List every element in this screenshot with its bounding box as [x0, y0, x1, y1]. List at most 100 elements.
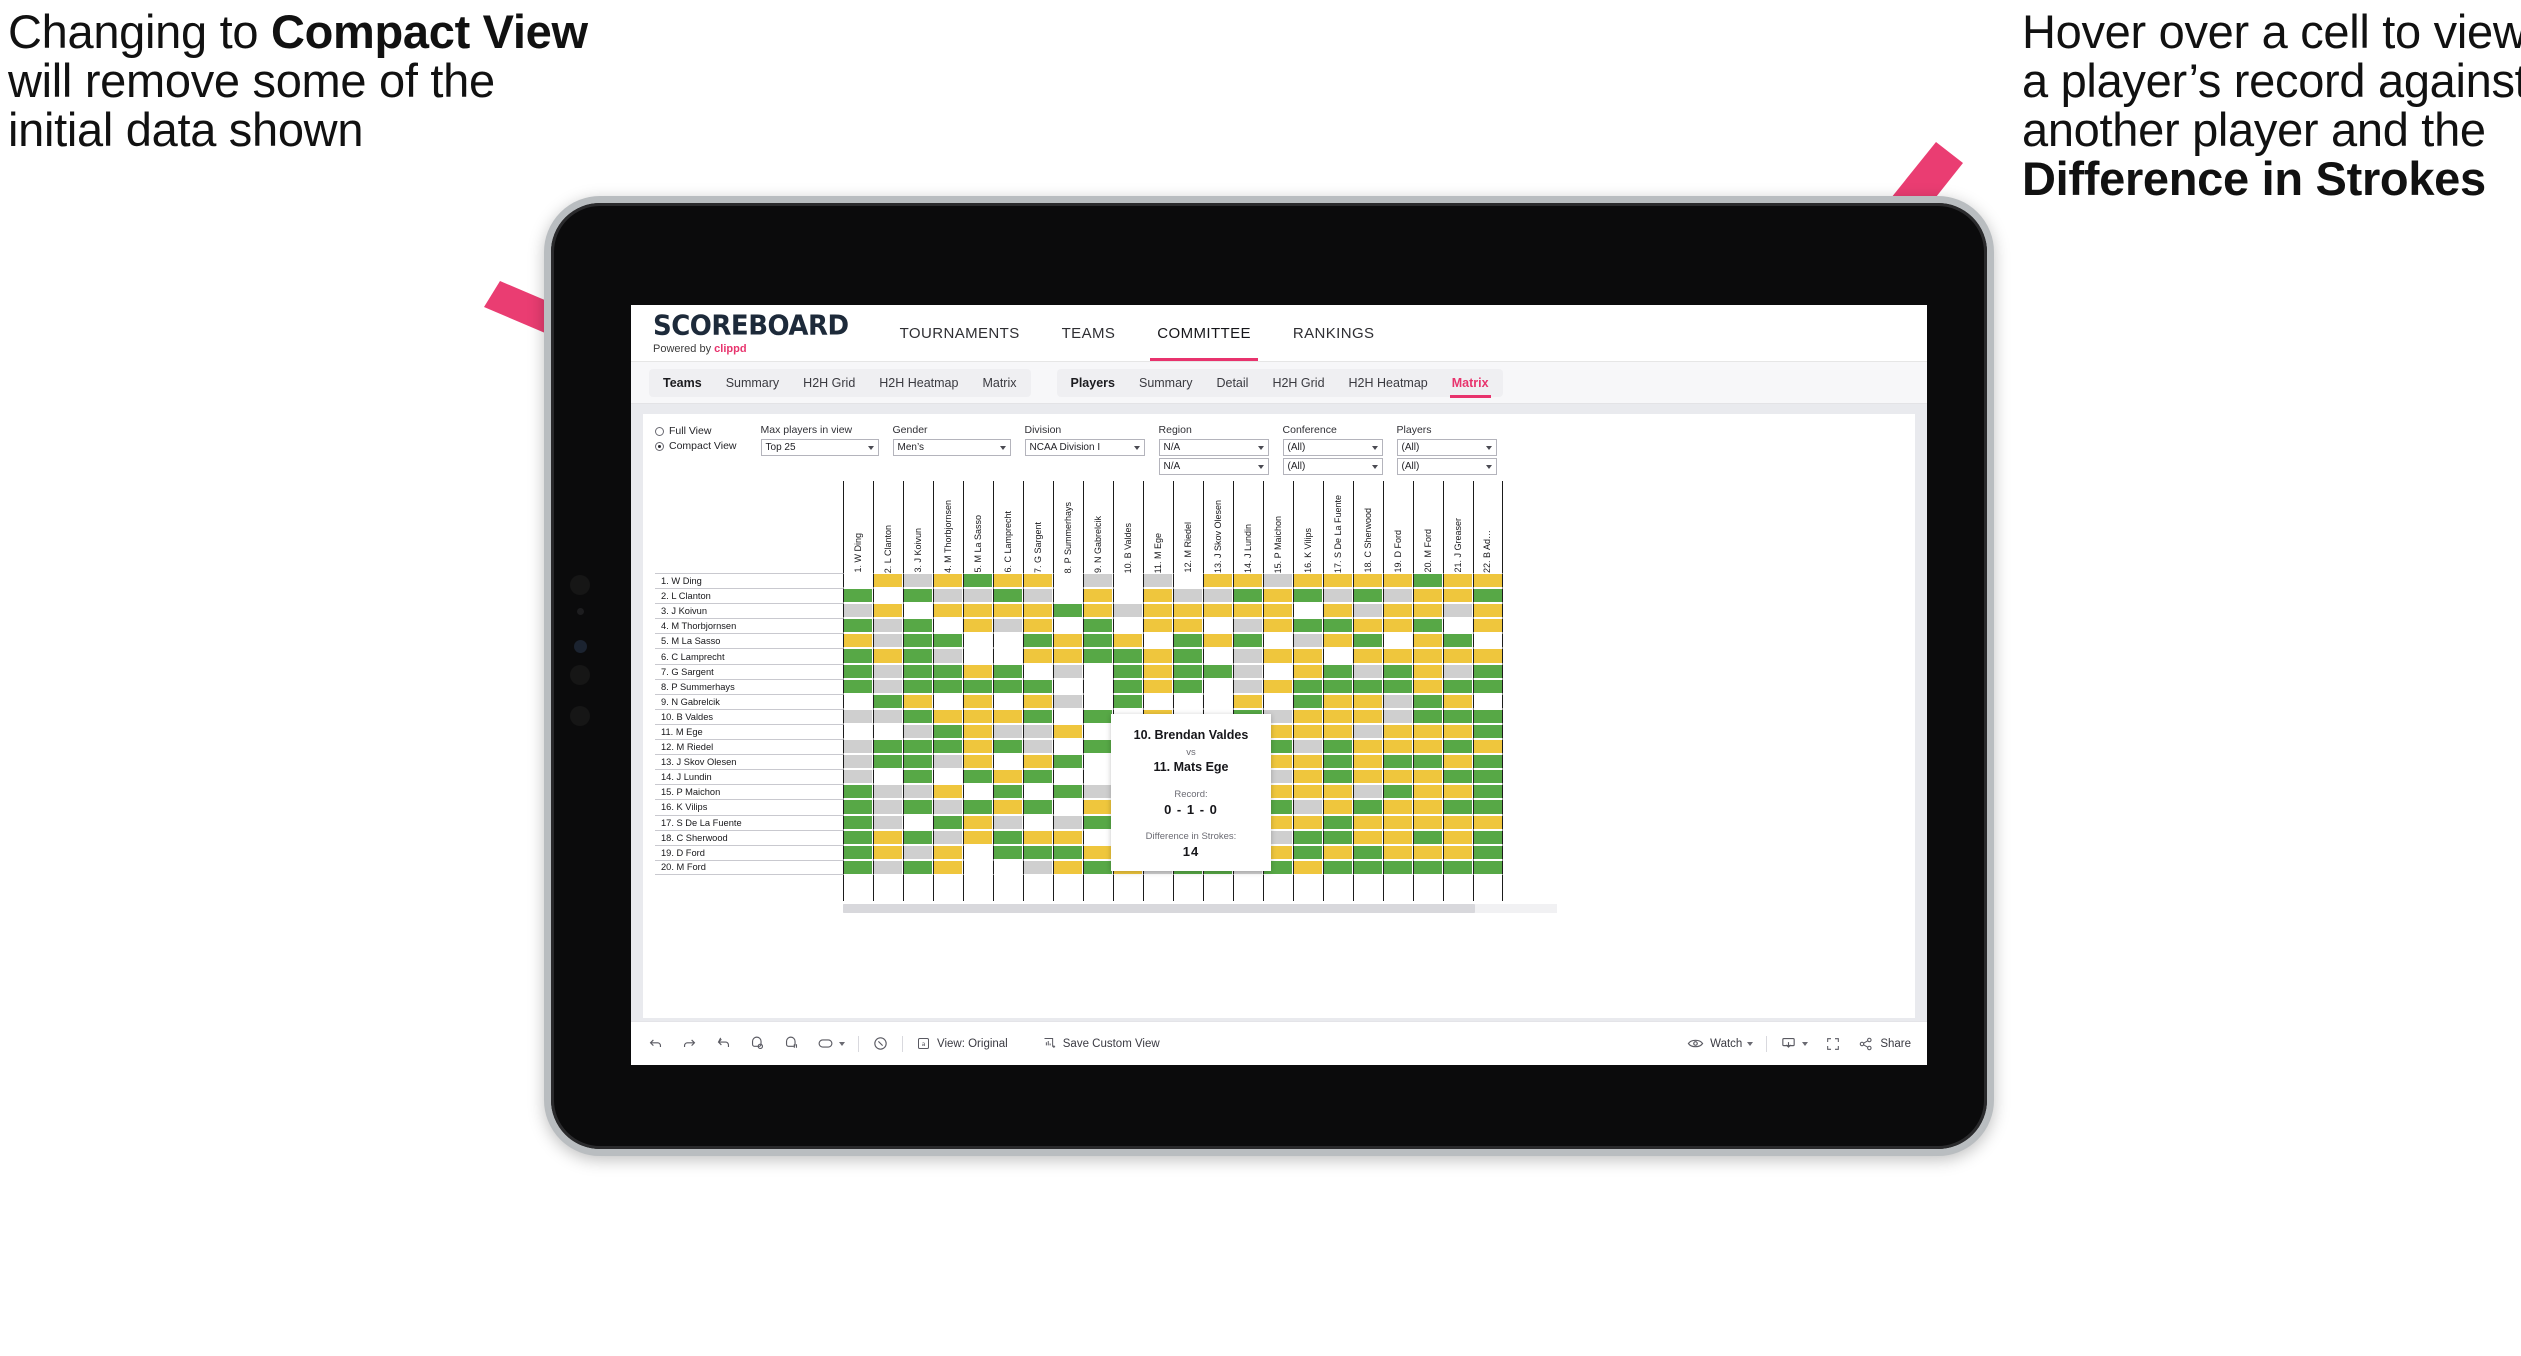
matrix-cell[interactable]: [1143, 678, 1173, 694]
download-button[interactable]: [1780, 1036, 1809, 1051]
redo-icon[interactable]: [681, 1035, 698, 1052]
matrix-cell[interactable]: [1473, 754, 1503, 770]
subnav-teams-h2h-heatmap[interactable]: H2H Heatmap: [867, 369, 970, 397]
matrix-cell[interactable]: [1413, 708, 1443, 724]
filter-conference-select-2[interactable]: (All): [1282, 458, 1383, 475]
matrix-cell[interactable]: [1293, 829, 1323, 845]
watch-button[interactable]: Watch: [1687, 1037, 1754, 1050]
matrix-cell[interactable]: [1203, 693, 1233, 709]
matrix-cell[interactable]: [1233, 618, 1263, 634]
matrix-cell[interactable]: [963, 859, 993, 875]
radio-compact-view[interactable]: Compact View: [655, 440, 737, 452]
scrollbar-thumb[interactable]: [843, 903, 1475, 913]
matrix-cell[interactable]: [1473, 844, 1503, 860]
matrix-cell[interactable]: [1053, 663, 1083, 679]
matrix-cell[interactable]: [1083, 633, 1113, 649]
matrix-cell[interactable]: [1353, 829, 1383, 845]
matrix-cell[interactable]: [963, 784, 993, 800]
matrix-cell[interactable]: [993, 754, 1023, 770]
matrix-cell[interactable]: [1383, 814, 1413, 830]
matrix-cell[interactable]: [1293, 678, 1323, 694]
matrix-cell[interactable]: [1353, 754, 1383, 770]
matrix-cell[interactable]: [1323, 708, 1353, 724]
matrix-cell[interactable]: [1023, 799, 1053, 815]
matrix-cell[interactable]: [1413, 618, 1443, 634]
matrix-cell[interactable]: [1023, 588, 1053, 604]
nav-teams[interactable]: TEAMS: [1041, 305, 1137, 361]
matrix-cell[interactable]: [1323, 633, 1353, 649]
matrix-cell[interactable]: [1173, 618, 1203, 634]
subnav-players-detail[interactable]: Detail: [1204, 369, 1260, 397]
matrix-cell[interactable]: [903, 633, 933, 649]
matrix-cell[interactable]: [993, 708, 1023, 724]
matrix-cell[interactable]: [1353, 769, 1383, 785]
matrix-cell[interactable]: [1443, 633, 1473, 649]
matrix-cell[interactable]: [1233, 648, 1263, 664]
matrix-cell[interactable]: [1293, 784, 1323, 800]
matrix-cell[interactable]: [933, 829, 963, 845]
matrix-cell[interactable]: [1023, 678, 1053, 694]
matrix-cell[interactable]: [1053, 784, 1083, 800]
matrix-cell[interactable]: [873, 633, 903, 649]
matrix-cell[interactable]: [1293, 663, 1323, 679]
matrix-cell[interactable]: [1383, 648, 1413, 664]
matrix-cell[interactable]: [1413, 739, 1443, 755]
matrix-cell[interactable]: [1053, 678, 1083, 694]
matrix-cell[interactable]: [1113, 693, 1143, 709]
matrix-cell[interactable]: [1293, 693, 1323, 709]
matrix-cell[interactable]: [1083, 603, 1113, 619]
matrix-cell[interactable]: [1383, 633, 1413, 649]
matrix-cell[interactable]: [1203, 618, 1233, 634]
matrix-cell[interactable]: [1293, 618, 1323, 634]
matrix-cell[interactable]: [993, 769, 1023, 785]
matrix-cell[interactable]: [1413, 754, 1443, 770]
matrix-cell[interactable]: [993, 693, 1023, 709]
matrix-cell[interactable]: [1023, 708, 1053, 724]
matrix-cell[interactable]: [1383, 739, 1413, 755]
matrix-cell[interactable]: [1083, 588, 1113, 604]
matrix-cell[interactable]: [873, 859, 903, 875]
matrix-cell[interactable]: [1113, 678, 1143, 694]
matrix-cell[interactable]: [1263, 573, 1293, 589]
matrix-cell[interactable]: [1053, 769, 1083, 785]
matrix-cell[interactable]: [1053, 603, 1083, 619]
matrix-cell[interactable]: [1473, 648, 1503, 664]
matrix-cell[interactable]: [963, 754, 993, 770]
matrix-cell[interactable]: [1323, 693, 1353, 709]
matrix-cell[interactable]: [1083, 618, 1113, 634]
matrix-cell[interactable]: [1203, 663, 1233, 679]
matrix-cell[interactable]: [993, 603, 1023, 619]
matrix-cell[interactable]: [1023, 844, 1053, 860]
matrix-cell[interactable]: [933, 844, 963, 860]
matrix-cell[interactable]: [903, 799, 933, 815]
matrix-cell[interactable]: [903, 573, 933, 589]
matrix-cell[interactable]: [1383, 678, 1413, 694]
matrix-cell[interactable]: [1383, 784, 1413, 800]
matrix-cell[interactable]: [963, 573, 993, 589]
matrix-cell[interactable]: [1383, 573, 1413, 589]
matrix-cell[interactable]: [1353, 799, 1383, 815]
matrix-cell[interactable]: [933, 754, 963, 770]
matrix-cell[interactable]: [1413, 784, 1443, 800]
matrix-cell[interactable]: [1113, 618, 1143, 634]
matrix-cell[interactable]: [1083, 859, 1113, 875]
nav-committee[interactable]: COMMITTEE: [1136, 305, 1272, 361]
matrix-cell[interactable]: [1083, 844, 1113, 860]
matrix-cell[interactable]: [1353, 739, 1383, 755]
matrix-cell[interactable]: [873, 769, 903, 785]
matrix-cell[interactable]: [1293, 573, 1323, 589]
matrix-cell[interactable]: [933, 648, 963, 664]
matrix-cell[interactable]: [1023, 603, 1053, 619]
filter-players-select-2[interactable]: (All): [1396, 458, 1497, 475]
matrix-cell[interactable]: [1323, 844, 1353, 860]
matrix-cell[interactable]: [1233, 693, 1263, 709]
matrix-cell[interactable]: [1023, 573, 1053, 589]
matrix-cell[interactable]: [993, 723, 1023, 740]
matrix-cell[interactable]: [1293, 723, 1323, 740]
device-layout-icon[interactable]: [817, 1037, 845, 1050]
matrix-cell[interactable]: [963, 814, 993, 830]
matrix-cell[interactable]: [843, 663, 873, 679]
matrix-cell[interactable]: [1293, 633, 1323, 649]
matrix-cell[interactable]: [1293, 859, 1323, 875]
matrix-cell[interactable]: [903, 814, 933, 830]
